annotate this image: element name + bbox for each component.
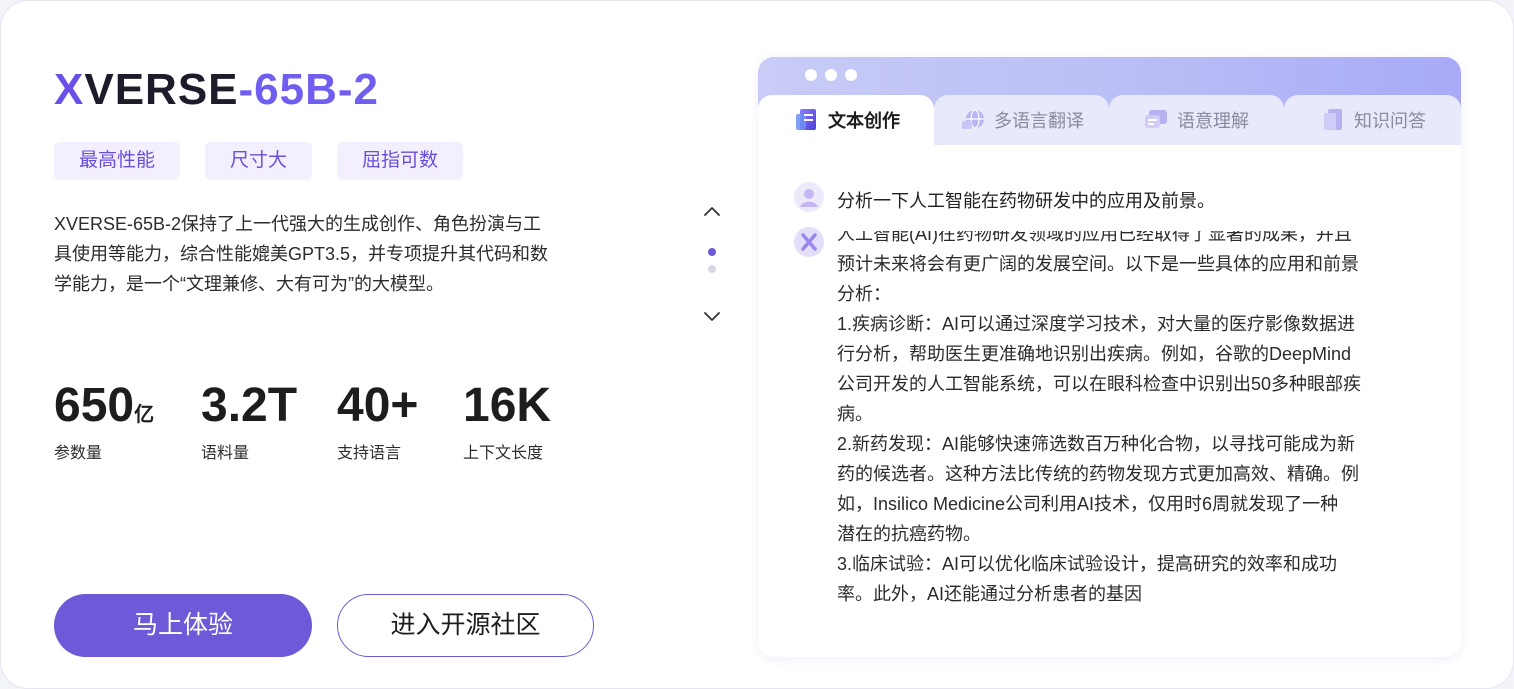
stat-unit: 亿 bbox=[134, 404, 155, 426]
answer-line: 1.疾病诊断：AI可以通过深度学习技术，对大量的医疗影像数据进 bbox=[837, 314, 1356, 334]
answer-line: 率。此外，AI还能通过分析患者的基因 bbox=[837, 584, 1143, 604]
tag-top-performance: 最高性能 bbox=[54, 142, 181, 180]
answer-line: 潜在的抗癌药物。 bbox=[837, 524, 981, 544]
tab-translation[interactable]: 多语言翻译 bbox=[934, 95, 1109, 145]
title-base: VERSE bbox=[84, 65, 239, 114]
open-source-community-button[interactable]: 进入开源社区 bbox=[337, 594, 594, 657]
user-avatar-icon bbox=[794, 182, 824, 212]
stat-label: 参数量 bbox=[54, 445, 103, 462]
tag-outstanding: 屈指可数 bbox=[337, 142, 464, 180]
model-title: XVERSE-65B-2 bbox=[54, 65, 379, 115]
answer-line: 人工智能(AI)在药物研发领域的应用已经取得了显著的成果，并且 bbox=[837, 231, 1352, 244]
stat-params: 650亿 参数量 bbox=[54, 377, 154, 463]
xverse-avatar-icon bbox=[794, 227, 824, 257]
chat-area: 分析一下人工智能在药物研发中的应用及前景。 人工智能(AI)在药物研发领域的应用… bbox=[758, 145, 1461, 657]
tab-label: 知识问答 bbox=[1354, 111, 1426, 131]
pager-dot[interactable] bbox=[708, 265, 716, 273]
model-card: XVERSE-65B-2 最高性能 尺寸大 屈指可数 XVERSE-65B-2保… bbox=[0, 0, 1514, 689]
stat-value: 650 bbox=[54, 379, 135, 432]
tab-knowledge-qa[interactable]: 知识问答 bbox=[1284, 95, 1461, 145]
message-icon bbox=[1143, 107, 1169, 133]
model-description: XVERSE-65B-2保持了上一代强大的生成创作、角色扮演与工具使用等能力，综… bbox=[54, 214, 549, 294]
stat-value: 40+ bbox=[337, 379, 419, 432]
answer-line: 2.新药发现：AI能够快速筛选数百万种化合物，以寻找可能成为新 bbox=[837, 434, 1356, 454]
stat-languages: 40+ 支持语言 bbox=[337, 377, 418, 463]
chevron-down-icon[interactable] bbox=[700, 304, 724, 328]
try-now-button[interactable]: 马上体验 bbox=[54, 594, 312, 657]
answer-line: 预计未来将会有更广阔的发展空间。以下是一些具体的应用和前景 bbox=[837, 254, 1359, 274]
answer-line: 如，Insilico Medicine公司利用AI技术，仅用时6周就发现了一种 bbox=[837, 494, 1339, 514]
user-question: 分析一下人工智能在药物研发中的应用及前景。 bbox=[837, 191, 1215, 211]
book-icon bbox=[1320, 107, 1346, 133]
stat-label: 上下文长度 bbox=[463, 445, 544, 462]
window-dot-icon bbox=[805, 69, 817, 81]
demo-panel: 文本创作 多语言翻译 语意理解 知识问答 分析一下人工智能在药物研发中的应用及前… bbox=[758, 57, 1461, 657]
feature-tags: 最高性能 尺寸大 屈指可数 bbox=[54, 142, 464, 180]
tab-label: 文本创作 bbox=[828, 111, 900, 131]
assistant-answer: 人工智能(AI)在药物研发领域的应用已经取得了显著的成果，并且 预计未来将会有更… bbox=[837, 231, 1427, 611]
stat-corpus: 3.2T 语料量 bbox=[201, 377, 297, 463]
tab-semantic-understanding[interactable]: 语意理解 bbox=[1109, 95, 1284, 145]
window-dot-icon bbox=[825, 69, 837, 81]
chevron-up-icon[interactable] bbox=[700, 200, 724, 224]
title-suffix: -65B-2 bbox=[238, 65, 380, 114]
tab-label: 多语言翻译 bbox=[994, 111, 1084, 131]
answer-text: 人工智能(AI)在药物研发领域的应用已经取得了显著的成果，并且 预计未来将会有更… bbox=[837, 231, 1427, 609]
answer-line: 公司开发的人工智能系统，可以在眼科检查中识别出50多种眼部疾 bbox=[837, 374, 1362, 394]
answer-line: 病。 bbox=[837, 404, 873, 424]
tag-large-size: 尺寸大 bbox=[205, 142, 313, 180]
stat-label: 支持语言 bbox=[337, 445, 402, 462]
stat-value: 3.2T bbox=[201, 379, 298, 432]
panel-header: 文本创作 多语言翻译 语意理解 知识问答 bbox=[758, 57, 1461, 145]
stat-context: 16K 上下文长度 bbox=[463, 377, 551, 463]
stat-value: 16K bbox=[463, 379, 552, 432]
answer-line: 行分析，帮助医生更准确地识别出疾病。例如，谷歌的DeepMind bbox=[837, 344, 1352, 364]
title-x: X bbox=[54, 65, 85, 114]
window-dot-icon bbox=[845, 69, 857, 81]
tab-text-creation[interactable]: 文本创作 bbox=[758, 95, 934, 145]
globe-icon bbox=[960, 107, 986, 133]
answer-line: 分析： bbox=[837, 284, 891, 304]
pager-dot-active[interactable] bbox=[708, 248, 716, 256]
stat-label: 语料量 bbox=[201, 445, 250, 462]
document-icon bbox=[794, 107, 820, 133]
answer-line: 3.临床试验：AI可以优化临床试验设计，提高研究的效率和成功 bbox=[837, 554, 1338, 574]
answer-line: 药的候选者。这种方法比传统的药物发现方式更加高效、精确。例 bbox=[837, 464, 1359, 484]
tab-label: 语意理解 bbox=[1177, 111, 1249, 131]
